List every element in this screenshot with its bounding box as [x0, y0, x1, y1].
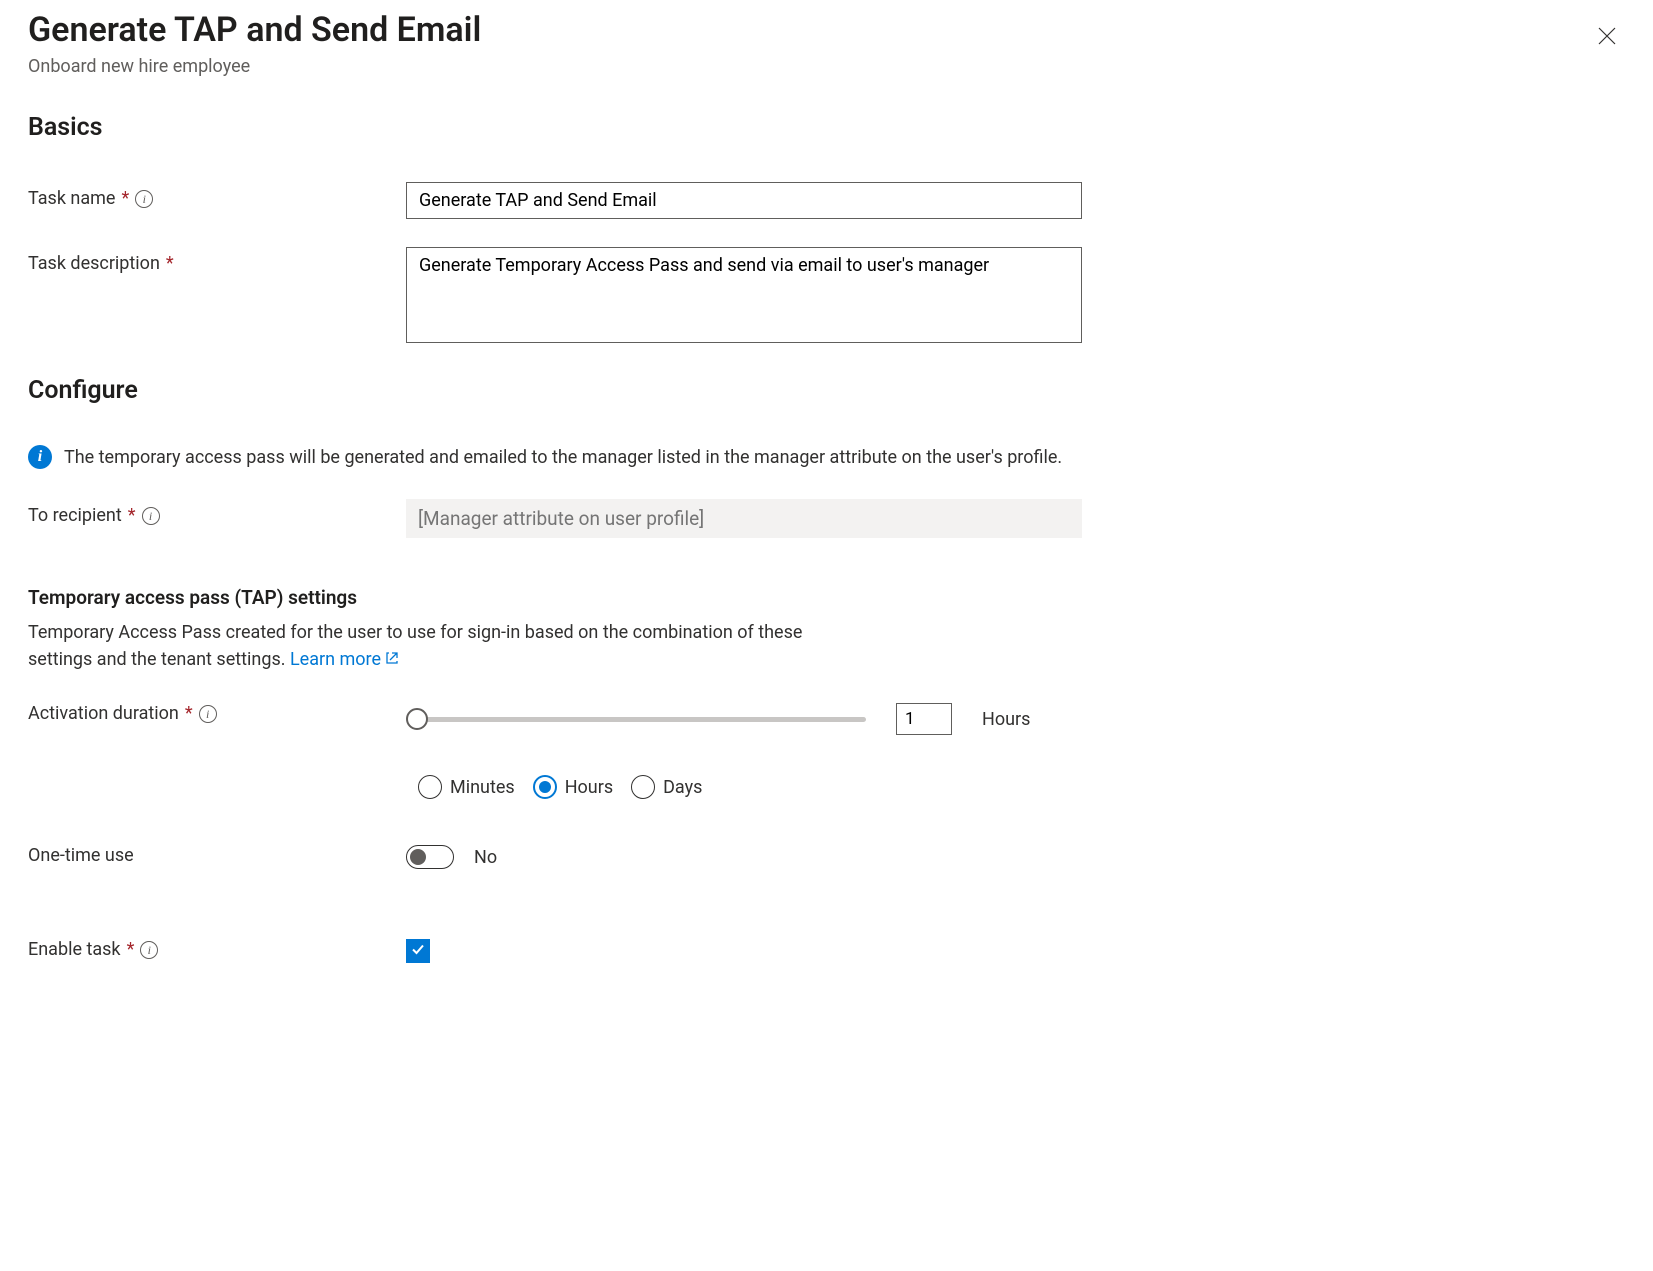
- configure-heading: Configure: [28, 376, 1625, 405]
- radio-minutes[interactable]: Minutes: [418, 775, 515, 799]
- external-link-icon: [385, 646, 399, 673]
- activation-duration-label: Activation duration: [28, 703, 179, 724]
- radio-hours[interactable]: Hours: [533, 775, 613, 799]
- slider-track: [416, 717, 866, 722]
- radio-days-label: Days: [663, 777, 702, 798]
- tap-settings-heading: Temporary access pass (TAP) settings: [28, 586, 1625, 609]
- slider-thumb[interactable]: [406, 708, 428, 730]
- required-indicator: *: [128, 505, 136, 526]
- tap-settings-description: Temporary Access Pass created for the us…: [28, 619, 828, 673]
- close-button[interactable]: [1593, 22, 1621, 53]
- enable-task-label: Enable task: [28, 939, 121, 960]
- info-banner: i The temporary access pass will be gene…: [28, 445, 1625, 469]
- info-icon: i: [28, 445, 52, 469]
- required-indicator: *: [127, 939, 135, 960]
- close-icon: [1597, 34, 1617, 49]
- duration-unit-radio-group: Minutes Hours Days: [418, 775, 1082, 799]
- activation-duration-slider[interactable]: [406, 709, 866, 729]
- required-indicator: *: [166, 253, 174, 274]
- radio-icon: [533, 775, 557, 799]
- radio-hours-label: Hours: [565, 777, 613, 798]
- task-description-input[interactable]: [406, 247, 1082, 343]
- task-name-label: Task name: [28, 188, 115, 209]
- radio-icon: [418, 775, 442, 799]
- task-name-input[interactable]: [406, 182, 1082, 219]
- to-recipient-label: To recipient: [28, 505, 122, 526]
- radio-days[interactable]: Days: [631, 775, 702, 799]
- required-indicator: *: [185, 703, 193, 724]
- radio-icon: [631, 775, 655, 799]
- info-icon[interactable]: i: [140, 941, 158, 959]
- info-icon[interactable]: i: [199, 705, 217, 723]
- toggle-knob: [410, 849, 426, 865]
- learn-more-link[interactable]: Learn more: [290, 649, 399, 670]
- one-time-use-value: No: [474, 847, 497, 868]
- activation-duration-unit: Hours: [982, 709, 1030, 730]
- enable-task-checkbox[interactable]: [406, 939, 430, 963]
- one-time-use-label: One-time use: [28, 845, 134, 866]
- radio-minutes-label: Minutes: [450, 777, 515, 798]
- task-description-label: Task description: [28, 253, 160, 274]
- page-title: Generate TAP and Send Email: [28, 10, 481, 50]
- info-icon[interactable]: i: [142, 507, 160, 525]
- page-subtitle: Onboard new hire employee: [28, 56, 481, 77]
- basics-heading: Basics: [28, 113, 1625, 142]
- info-icon[interactable]: i: [135, 190, 153, 208]
- one-time-use-toggle[interactable]: [406, 845, 454, 869]
- info-banner-text: The temporary access pass will be genera…: [64, 447, 1062, 468]
- activation-duration-value[interactable]: [896, 703, 952, 735]
- checkmark-icon: [410, 941, 426, 962]
- to-recipient-input: [406, 499, 1082, 538]
- required-indicator: *: [121, 188, 129, 209]
